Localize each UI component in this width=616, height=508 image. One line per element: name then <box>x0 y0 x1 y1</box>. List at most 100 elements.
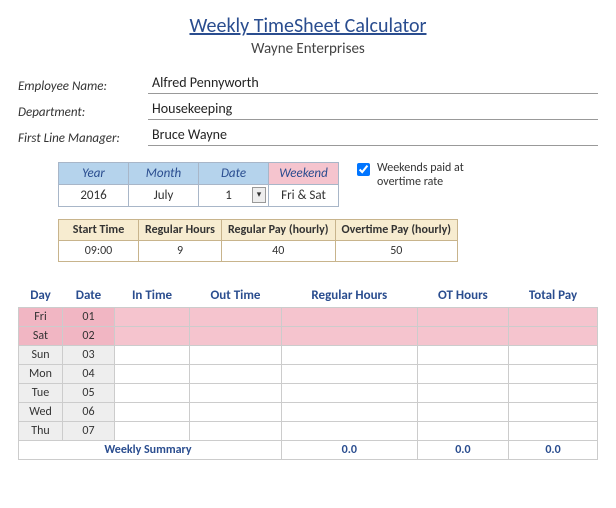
cell-intime[interactable] <box>115 384 190 403</box>
weekend-overtime-input[interactable] <box>357 163 370 176</box>
department-value[interactable]: Housekeeping <box>148 98 598 120</box>
cell-totalpay <box>509 403 598 422</box>
cell-outtime[interactable] <box>190 403 282 422</box>
manager-label: First Line Manager: <box>18 131 148 146</box>
cell-day: Sat <box>19 327 63 346</box>
company-name: Wayne Enterprises <box>18 40 598 58</box>
cell-totalpay <box>509 365 598 384</box>
year-header: Year <box>59 163 129 185</box>
cell-othours <box>417 327 508 346</box>
cell-intime[interactable] <box>115 365 190 384</box>
cell-day: Tue <box>19 384 63 403</box>
overtime-pay-header: Overtime Pay (hourly) <box>335 220 458 241</box>
rates-table: Start Time Regular Hours Regular Pay (ho… <box>58 219 458 262</box>
table-row: Fri01 <box>19 308 598 327</box>
overtime-pay-value[interactable]: 50 <box>335 241 458 262</box>
cell-othours <box>417 308 508 327</box>
summary-label: Weekly Summary <box>19 441 282 460</box>
employee-value[interactable]: Alfred Pennyworth <box>148 72 598 94</box>
cell-date: 07 <box>63 422 115 441</box>
cell-othours <box>417 346 508 365</box>
cell-totalpay <box>509 308 598 327</box>
regular-pay-header: Regular Pay (hourly) <box>221 220 335 241</box>
chevron-down-icon[interactable]: ▾ <box>252 187 266 203</box>
cell-day: Mon <box>19 365 63 384</box>
cell-day: Wed <box>19 403 63 422</box>
cell-intime[interactable] <box>115 327 190 346</box>
period-params-table: Year Month Date Weekend 2016 July 1 ▾ Fr… <box>58 162 339 207</box>
employee-label: Employee Name: <box>18 79 148 94</box>
cell-date: 01 <box>63 308 115 327</box>
cell-outtime[interactable] <box>190 365 282 384</box>
cell-totalpay <box>509 384 598 403</box>
col-othours: OT Hours <box>417 284 508 308</box>
weekend-overtime-label: Weekends paid at overtime rate <box>377 162 483 190</box>
cell-intime[interactable] <box>115 403 190 422</box>
start-time-value[interactable]: 09:00 <box>59 241 139 262</box>
cell-intime[interactable] <box>115 346 190 365</box>
table-row: Sun03 <box>19 346 598 365</box>
date-dropdown[interactable]: 1 ▾ <box>199 185 269 207</box>
summary-total: 0.0 <box>509 441 598 460</box>
cell-outtime[interactable] <box>190 308 282 327</box>
weekend-overtime-checkbox[interactable]: Weekends paid at overtime rate <box>353 162 483 190</box>
weekend-header: Weekend <box>269 163 339 185</box>
cell-outtime[interactable] <box>190 422 282 441</box>
cell-othours <box>417 422 508 441</box>
timesheet-table: Day Date In Time Out Time Regular Hours … <box>18 284 598 460</box>
cell-reghours <box>281 308 417 327</box>
cell-totalpay <box>509 346 598 365</box>
cell-othours <box>417 384 508 403</box>
table-row: Tue05 <box>19 384 598 403</box>
cell-reghours <box>281 384 417 403</box>
page-title: Weekly TimeSheet Calculator <box>18 14 598 38</box>
cell-outtime[interactable] <box>190 384 282 403</box>
col-outtime: Out Time <box>190 284 282 308</box>
cell-date: 06 <box>63 403 115 422</box>
summary-ot: 0.0 <box>417 441 508 460</box>
cell-reghours <box>281 327 417 346</box>
cell-day: Sun <box>19 346 63 365</box>
cell-day: Thu <box>19 422 63 441</box>
col-date: Date <box>63 284 115 308</box>
regular-hours-header: Regular Hours <box>139 220 222 241</box>
month-value[interactable]: July <box>129 185 199 207</box>
cell-date: 05 <box>63 384 115 403</box>
regular-hours-value[interactable]: 9 <box>139 241 222 262</box>
department-label: Department: <box>18 105 148 120</box>
cell-intime[interactable] <box>115 308 190 327</box>
table-row: Mon04 <box>19 365 598 384</box>
department-row: Department: Housekeeping <box>18 98 598 120</box>
table-row: Thu07 <box>19 422 598 441</box>
start-time-header: Start Time <box>59 220 139 241</box>
weekend-value[interactable]: Fri & Sat <box>269 185 339 207</box>
summary-reg: 0.0 <box>281 441 417 460</box>
col-totalpay: Total Pay <box>509 284 598 308</box>
summary-row: Weekly Summary 0.0 0.0 0.0 <box>19 441 598 460</box>
table-row: Sat02 <box>19 327 598 346</box>
col-intime: In Time <box>115 284 190 308</box>
cell-outtime[interactable] <box>190 327 282 346</box>
regular-pay-value[interactable]: 40 <box>221 241 335 262</box>
cell-othours <box>417 365 508 384</box>
table-row: Wed06 <box>19 403 598 422</box>
cell-outtime[interactable] <box>190 346 282 365</box>
year-value[interactable]: 2016 <box>59 185 129 207</box>
cell-date: 02 <box>63 327 115 346</box>
cell-date: 03 <box>63 346 115 365</box>
cell-totalpay <box>509 327 598 346</box>
month-header: Month <box>129 163 199 185</box>
cell-reghours <box>281 365 417 384</box>
employee-row: Employee Name: Alfred Pennyworth <box>18 72 598 94</box>
date-header: Date <box>199 163 269 185</box>
manager-row: First Line Manager: Bruce Wayne <box>18 124 598 146</box>
cell-othours <box>417 403 508 422</box>
cell-totalpay <box>509 422 598 441</box>
cell-day: Fri <box>19 308 63 327</box>
cell-reghours <box>281 403 417 422</box>
cell-intime[interactable] <box>115 422 190 441</box>
col-day: Day <box>19 284 63 308</box>
manager-value[interactable]: Bruce Wayne <box>148 124 598 146</box>
col-reghours: Regular Hours <box>281 284 417 308</box>
date-value: 1 <box>225 188 232 203</box>
